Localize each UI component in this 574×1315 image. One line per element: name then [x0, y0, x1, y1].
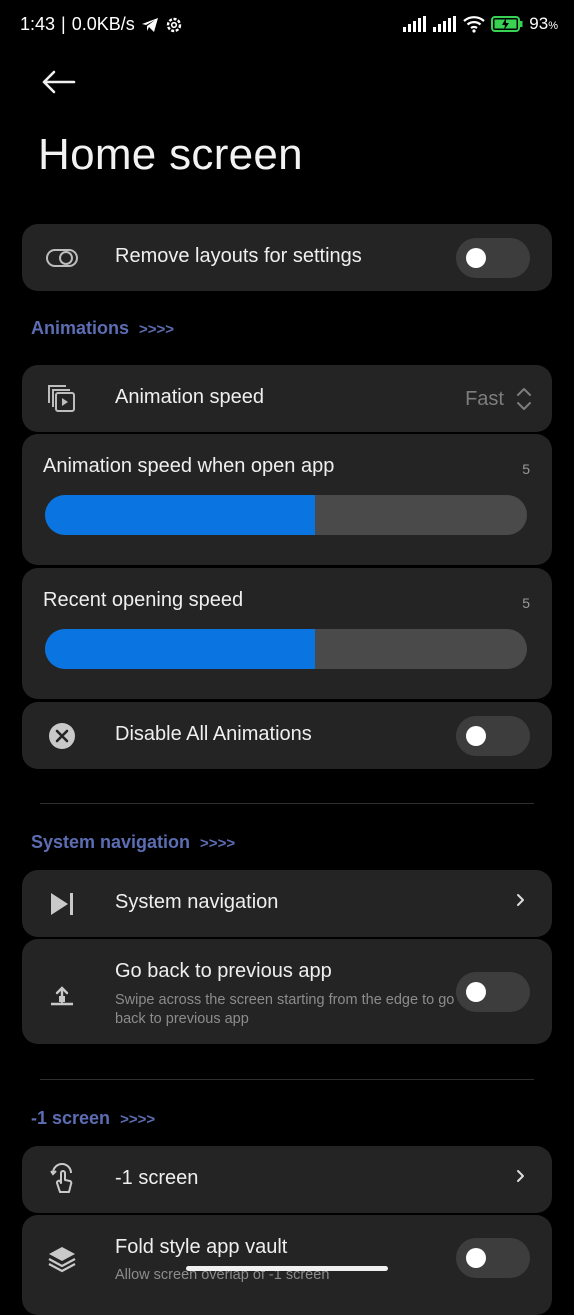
divider	[40, 803, 534, 804]
go-back-subtitle: Swipe across the screen starting from th…	[115, 992, 455, 1027]
recent-speed-label: Recent opening speed	[43, 589, 244, 611]
home-indicator[interactable]	[186, 1266, 388, 1271]
chevron-updown-icon	[516, 386, 532, 417]
fold-vault-row[interactable]: Fold style app vault Allow screen overla…	[22, 1215, 552, 1315]
navigation-play-icon	[46, 888, 78, 920]
section-animations-title: Animations	[31, 318, 130, 338]
section-animations: Animations >>>>	[31, 318, 174, 339]
toggle-knob	[466, 1248, 486, 1268]
remove-layouts-toggle[interactable]	[456, 238, 530, 278]
open-app-speed-card: Animation speed when open app 5	[22, 434, 552, 565]
animation-speed-row[interactable]: Animation speed Fast	[22, 365, 552, 432]
toggle-knob	[466, 726, 486, 746]
open-app-speed-label: Animation speed when open app	[43, 455, 335, 477]
status-left: 1:43 | 0.0KB/s	[20, 14, 183, 35]
back-button[interactable]	[36, 62, 80, 102]
recent-speed-card: Recent opening speed 5	[22, 568, 552, 699]
layers-icon	[46, 1243, 78, 1275]
signal-icon	[403, 16, 427, 32]
signal-icon-2	[433, 16, 457, 32]
section-system-navigation-arrows: >>>>	[200, 835, 236, 852]
close-circle-icon	[46, 720, 78, 752]
section-minus-one-arrows: >>>>	[120, 1111, 156, 1128]
toggle-outline-icon	[46, 242, 78, 274]
system-navigation-label: System navigation	[115, 891, 279, 913]
section-system-navigation-title: System navigation	[31, 832, 191, 852]
touch-gesture-icon	[46, 1163, 78, 1195]
toggle-knob	[466, 982, 486, 1002]
open-app-speed-slider[interactable]	[45, 495, 527, 535]
fold-vault-toggle[interactable]	[456, 1238, 530, 1278]
go-back-row[interactable]: Go back to previous app Swipe across the…	[22, 939, 552, 1044]
status-separator: |	[61, 14, 66, 34]
minus-one-screen-label: -1 screen	[115, 1167, 199, 1189]
remove-layouts-label: Remove layouts for settings	[115, 245, 362, 267]
minus-one-screen-row[interactable]: -1 screen	[22, 1146, 552, 1213]
wifi-icon	[463, 15, 486, 33]
page-title: Home screen	[38, 130, 303, 179]
chevron-right-icon	[516, 892, 526, 913]
telegram-icon	[141, 17, 159, 33]
section-animations-arrows: >>>>	[139, 321, 175, 338]
disable-animations-label: Disable All Animations	[115, 723, 312, 745]
animation-speed-label: Animation speed	[115, 386, 264, 408]
section-minus-one-screen: -1 screen >>>>	[31, 1108, 155, 1129]
system-navigation-row[interactable]: System navigation	[22, 870, 552, 937]
chevron-right-icon	[516, 1168, 526, 1189]
gear-icon	[165, 16, 183, 34]
network-speed: 0.0KB/s	[71, 14, 135, 34]
fold-vault-label: Fold style app vault	[115, 1236, 288, 1258]
battery-charging-icon	[491, 16, 523, 32]
status-time: 1:43	[20, 14, 56, 34]
section-system-navigation: System navigation >>>>	[31, 832, 235, 853]
swipe-gesture-icon	[46, 979, 78, 1011]
battery-unit: %	[548, 20, 558, 32]
open-app-speed-value: 5	[522, 461, 530, 477]
arrow-left-icon	[42, 70, 76, 94]
status-bar: 1:43 | 0.0KB/s 93%	[0, 0, 574, 52]
slider-fill	[45, 629, 315, 669]
recent-speed-slider[interactable]	[45, 629, 527, 669]
toggle-knob	[466, 248, 486, 268]
remove-layouts-row[interactable]: Remove layouts for settings	[22, 224, 552, 291]
divider	[40, 1079, 534, 1080]
layered-play-icon	[46, 383, 78, 415]
section-minus-one-title: -1 screen	[31, 1108, 111, 1128]
status-right: 93%	[403, 14, 558, 34]
recent-speed-value: 5	[522, 595, 530, 611]
go-back-toggle[interactable]	[456, 972, 530, 1012]
battery-level: 93%	[529, 14, 558, 33]
animation-speed-value[interactable]: Fast	[465, 388, 504, 411]
disable-animations-row[interactable]: Disable All Animations	[22, 702, 552, 769]
go-back-label: Go back to previous app	[115, 960, 332, 982]
slider-fill	[45, 495, 315, 535]
disable-animations-toggle[interactable]	[456, 716, 530, 756]
